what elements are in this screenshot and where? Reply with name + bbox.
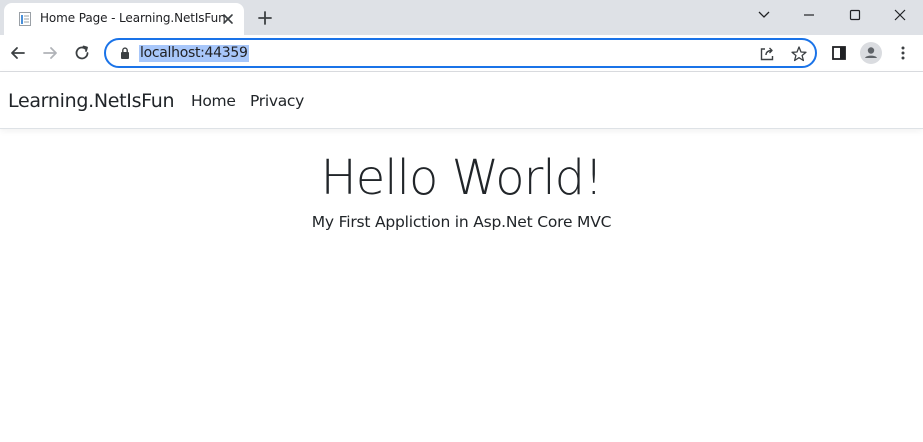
nav-link-privacy[interactable]: Privacy bbox=[250, 92, 304, 110]
navbar-brand[interactable]: Learning.NetIsFun bbox=[8, 90, 175, 112]
nav-link-home[interactable]: Home bbox=[191, 92, 236, 110]
minimize-icon[interactable] bbox=[786, 0, 832, 30]
reload-icon[interactable] bbox=[70, 41, 94, 65]
back-icon[interactable] bbox=[6, 41, 30, 65]
lock-icon[interactable] bbox=[118, 46, 132, 60]
page-heading: Hello World! bbox=[320, 150, 604, 206]
close-icon[interactable] bbox=[220, 11, 236, 27]
maximize-icon[interactable] bbox=[832, 0, 878, 30]
chevron-down-icon[interactable] bbox=[741, 0, 787, 30]
share-icon[interactable] bbox=[757, 44, 777, 64]
main-content: Hello World! My First Appliction in Asp.… bbox=[0, 148, 923, 231]
bookmark-star-icon[interactable] bbox=[789, 44, 809, 64]
page-subheading: My First Appliction in Asp.Net Core MVC bbox=[311, 213, 612, 231]
browser-toolbar: localhost:44359 bbox=[0, 35, 923, 72]
browser-tab[interactable]: Home Page - Learning.NetIsFun bbox=[4, 3, 244, 35]
url-text[interactable]: localhost:44359 bbox=[139, 45, 249, 62]
tab-title: Home Page - Learning.NetIsFun bbox=[40, 11, 226, 25]
address-bar[interactable]: localhost:44359 bbox=[104, 38, 817, 68]
forward-icon[interactable] bbox=[38, 41, 62, 65]
page-icon bbox=[17, 11, 33, 27]
more-menu-icon[interactable] bbox=[891, 41, 915, 65]
tab-strip: Home Page - Learning.NetIsFun bbox=[0, 0, 923, 35]
plus-icon[interactable] bbox=[255, 8, 275, 28]
site-navbar: Learning.NetIsFun Home Privacy bbox=[0, 72, 923, 129]
window-close-icon[interactable] bbox=[877, 0, 923, 30]
side-panel-icon[interactable] bbox=[827, 41, 851, 65]
profile-avatar-icon[interactable] bbox=[859, 41, 883, 65]
